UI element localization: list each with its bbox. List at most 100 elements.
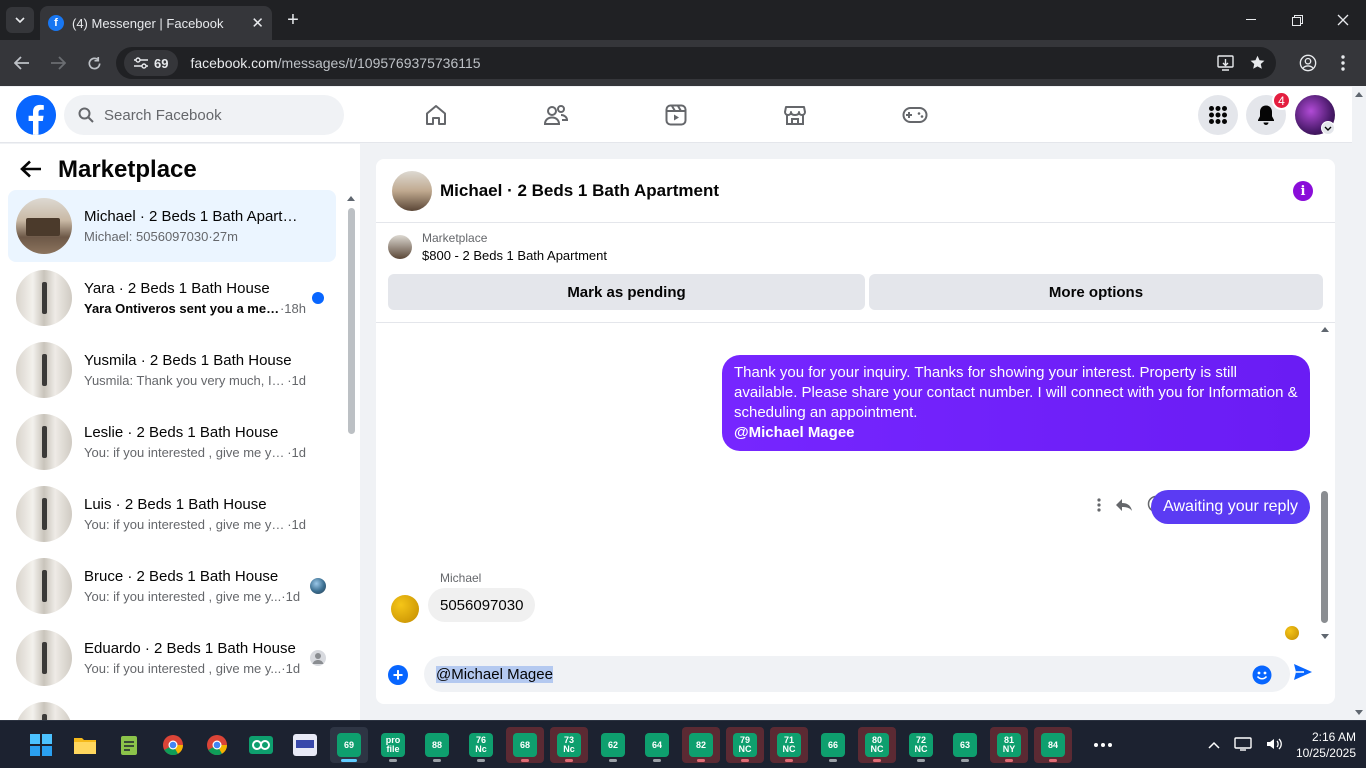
back-button[interactable] <box>9 51 35 75</box>
listing-summary[interactable]: Marketplace $800 - 2 Beds 1 Bath Apartme… <box>388 231 607 263</box>
message-input[interactable]: @Michael Magee <box>424 656 1290 692</box>
back-arrow-icon[interactable] <box>20 160 42 181</box>
volume-icon[interactable] <box>1266 737 1282 754</box>
workspace-button[interactable]: 68 <box>506 727 544 763</box>
notepad-button[interactable] <box>110 727 148 763</box>
workspace-button[interactable]: 81 NY <box>990 727 1028 763</box>
conversation-item[interactable]: Yusmila · 2 Beds 1 Bath House Yusmila: Th… <box>8 334 336 406</box>
mark-as-pending-button[interactable]: Mark as pending <box>388 274 865 310</box>
workspace-button[interactable]: 69 <box>330 727 368 763</box>
conversation-item[interactable]: Michael · 2 Beds 1 Bath Apartme... Michae… <box>8 190 336 262</box>
tab-search-button[interactable] <box>6 7 34 33</box>
app-button-qo[interactable] <box>242 727 280 763</box>
info-icon[interactable]: i <box>1293 181 1313 201</box>
nav-friends[interactable] <box>538 97 574 133</box>
workspace-button[interactable]: 88 <box>418 727 456 763</box>
nav-video[interactable] <box>658 97 694 133</box>
running-indicator <box>609 759 617 762</box>
browser-menu-button[interactable] <box>1330 51 1356 75</box>
conversation-indicator <box>306 292 330 304</box>
clock[interactable]: 2:16 AM 10/25/2025 <box>1296 729 1356 761</box>
browser-toolbar: 69 facebook.com/messages/t/1095769375736… <box>0 40 1366 86</box>
gaming-icon <box>902 107 928 123</box>
conversation-item[interactable]: Yara · 2 Beds 1 Bath House Yara Ontiveros… <box>8 262 336 334</box>
new-tab-button[interactable]: + <box>282 8 304 32</box>
thread-scroll-thumb[interactable] <box>1321 491 1328 623</box>
workspace-button[interactable]: 64 <box>638 727 676 763</box>
send-icon[interactable] <box>1293 663 1313 684</box>
conversation-item[interactable]: Luis · 2 Beds 1 Bath House You: if you in… <box>8 478 336 550</box>
emoji-icon[interactable] <box>1252 665 1272 689</box>
sent-mention[interactable]: @Michael Magee <box>734 423 1298 443</box>
conversation-subtitle: You: if you interested , give me y... · … <box>84 589 306 604</box>
workspace-button[interactable]: 71 NC <box>770 727 808 763</box>
workspace-button[interactable]: 76 Nc <box>462 727 500 763</box>
site-info-chip[interactable]: 69 <box>124 50 179 76</box>
page-scrollbar[interactable] <box>1352 87 1366 720</box>
nav-home[interactable] <box>418 97 454 133</box>
workspace-button[interactable]: 66 <box>814 727 852 763</box>
facebook-search-input[interactable]: Search Facebook <box>64 95 344 135</box>
conversation-item[interactable]: Leslie · 2 Beds 1 Bath House You: if you … <box>8 406 336 478</box>
workspace-button[interactable]: 62 <box>594 727 632 763</box>
reply-icon[interactable] <box>1115 497 1133 517</box>
workspace-icon: 62 <box>601 733 625 757</box>
workspace-button[interactable]: 80 NC <box>858 727 896 763</box>
reload-icon <box>88 56 100 69</box>
restore-button[interactable] <box>1274 0 1320 40</box>
more-vertical-icon[interactable] <box>1097 497 1101 517</box>
nav-gaming[interactable] <box>897 97 933 133</box>
install-app-icon[interactable] <box>1217 55 1234 74</box>
more-apps-button[interactable] <box>1084 727 1122 763</box>
more-options-button[interactable]: More options <box>869 274 1323 310</box>
app-button-abc[interactable] <box>286 727 324 763</box>
workspace-button[interactable]: 82 <box>682 727 720 763</box>
workspace-button[interactable]: 73 Nc <box>550 727 588 763</box>
workspace-button[interactable]: 72 NC <box>902 727 940 763</box>
minimize-icon <box>1246 19 1256 20</box>
forward-button[interactable] <box>45 51 71 75</box>
conversation-preview: You: if you interested , give me y... <box>84 661 282 676</box>
plus-icon[interactable]: + <box>388 665 408 685</box>
workspace-button[interactable]: 84 <box>1034 727 1072 763</box>
account-chevron-icon[interactable] <box>1321 121 1335 135</box>
conversation-preview: You: if you interested , give me you... <box>84 445 288 460</box>
network-icon[interactable] <box>1234 736 1252 754</box>
sidebar-scroll-thumb[interactable] <box>348 208 355 434</box>
chrome-button-2[interactable] <box>198 727 236 763</box>
workspace-button[interactable]: pro file <box>374 727 412 763</box>
nav-marketplace[interactable] <box>777 97 813 133</box>
workspace-button[interactable]: 79 NC <box>726 727 764 763</box>
system-tray: 2:16 AM 10/25/2025 <box>1208 721 1356 768</box>
bookmark-star-icon[interactable] <box>1249 54 1266 74</box>
minimize-button[interactable] <box>1228 0 1274 40</box>
profile-button[interactable] <box>1295 51 1321 75</box>
chrome-button-1[interactable] <box>154 727 192 763</box>
menu-button[interactable] <box>1198 95 1238 135</box>
url-domain: facebook.com <box>190 55 278 71</box>
reload-button[interactable] <box>81 51 107 75</box>
close-tab-icon[interactable]: ✕ <box>251 14 264 32</box>
sent-message-bubble[interactable]: Thank you for your inquiry. Thanks for s… <box>722 355 1310 451</box>
notification-badge: 4 <box>1272 91 1291 110</box>
chevron-up-icon[interactable] <box>1208 738 1220 752</box>
conversation-item[interactable]: Bruce · 2 Beds 1 Bath House You: if you i… <box>8 550 336 622</box>
address-bar[interactable]: 69 facebook.com/messages/t/1095769375736… <box>116 47 1276 79</box>
browser-tab[interactable]: f (4) Messenger | Facebook ✕ <box>40 6 272 40</box>
sent-message-text: Thank you for your inquiry. Thanks for s… <box>734 364 1298 421</box>
workspace-button[interactable]: 63 <box>946 727 984 763</box>
conversation-text: Bruce · 2 Beds 1 Bath House You: if you i… <box>84 568 306 604</box>
facebook-logo[interactable] <box>16 95 56 135</box>
sender-avatar[interactable] <box>391 595 419 623</box>
chat-header[interactable]: Michael · 2 Beds 1 Bath Apartment i <box>376 159 1335 223</box>
sidebar-scrollbar[interactable] <box>346 194 356 720</box>
close-window-button[interactable] <box>1320 0 1366 40</box>
conversation-item[interactable]: Jose · 2 Beds 1 Bath House <box>8 694 336 720</box>
start-button[interactable] <box>22 727 60 763</box>
thread-scrollbar[interactable] <box>1320 325 1330 641</box>
received-message-bubble[interactable]: 5056097030 <box>428 588 536 622</box>
conversation-item[interactable]: Eduardo · 2 Beds 1 Bath House You: if you… <box>8 622 336 694</box>
chat-panel: Michael · 2 Beds 1 Bath Apartment i Mark… <box>376 159 1335 704</box>
awaiting-reply-bubble[interactable]: Awaiting your reply <box>1151 490 1310 524</box>
file-explorer-button[interactable] <box>66 727 104 763</box>
